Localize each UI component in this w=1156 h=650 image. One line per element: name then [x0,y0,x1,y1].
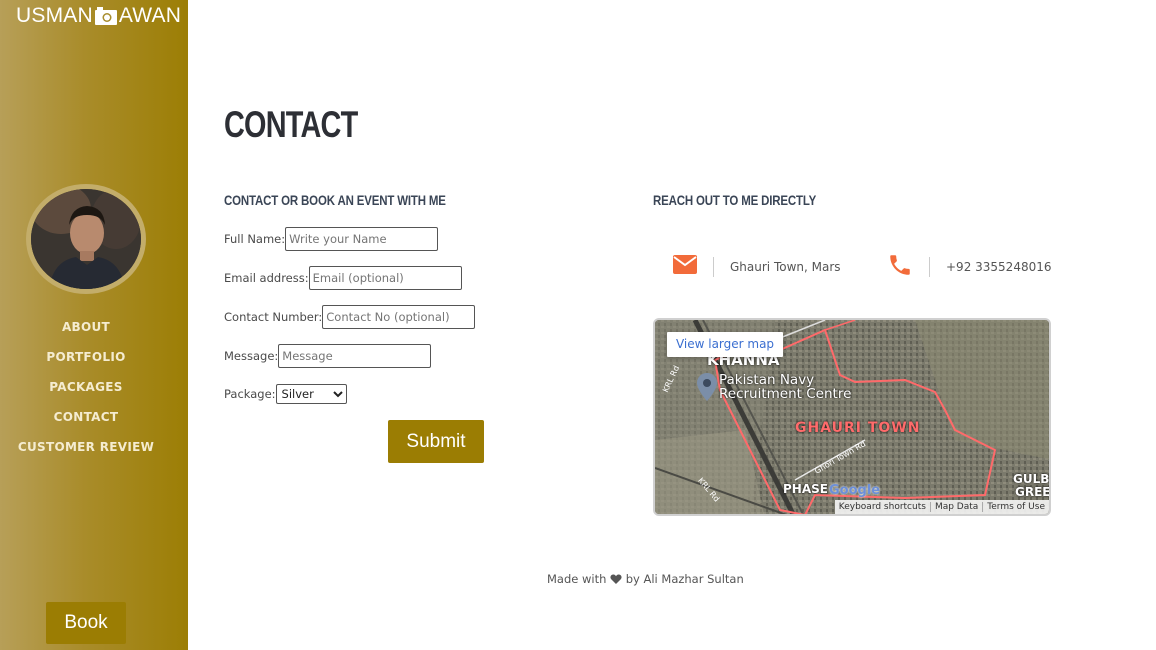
embedded-map[interactable]: KHANNA Pakistan Navy Recruitment Centre … [653,318,1051,516]
contact-form-heading: CONTACT OR BOOK AN EVENT WITH ME [224,192,446,208]
package-row: Package: Silver [224,384,347,404]
map-label-place: Pakistan Navy Recruitment Centre [719,372,852,402]
phone-icon [887,252,913,283]
full-name-input[interactable] [285,227,439,251]
full-name-label: Full Name: [224,232,286,246]
google-logo: Google [829,483,881,498]
keyboard-shortcuts-link[interactable]: Keyboard shortcuts [835,502,930,512]
brand-right: AWAN [118,4,182,27]
divider [929,257,930,277]
nav-item-portfolio[interactable]: PORTFOLIO [0,342,172,372]
page-title: CONTACT [224,104,358,145]
email-label: Email address: [224,271,309,285]
profile-photo [31,189,141,289]
footer-author: by Ali Mazhar Sultan [625,572,744,586]
package-select[interactable]: Silver [275,384,347,404]
map-label-gree: GREE [1015,485,1051,499]
address-item: Ghauri Town, Mars [673,252,841,282]
map-label-phase: PHASE [783,482,828,496]
sidebar: USMAN AWAN ABOUT PORTFOLIO PACKAGES CONT… [0,0,188,650]
nav-item-packages[interactable]: PACKAGES [0,372,172,402]
view-larger-map-link[interactable]: View larger map [667,332,783,357]
contact-number-label: Contact Number: [224,310,323,324]
divider [713,257,714,277]
message-input[interactable] [278,344,432,368]
contact-number-row: Contact Number: [224,305,476,329]
terms-of-use-link[interactable]: Terms of Use [982,502,1049,512]
map-label-area: GHAURI TOWN [795,420,921,436]
nav-item-customer-review[interactable]: CUSTOMER REVIEW [0,432,172,462]
contact-number-input[interactable] [322,305,476,329]
address-text: Ghauri Town, Mars [730,260,841,274]
camera-icon [94,7,118,25]
avatar [26,184,146,294]
reach-out-heading: REACH OUT TO ME DIRECTLY [653,192,817,208]
phone-item: +92 3355248016 [887,252,1052,282]
nav-item-about[interactable]: ABOUT [0,312,172,342]
nav-item-contact[interactable]: CONTACT [0,402,172,432]
package-label: Package: [224,387,276,401]
message-label: Message: [224,349,279,363]
book-button[interactable]: Book [46,602,126,644]
message-row: Message: [224,344,432,368]
phone-text: +92 3355248016 [946,260,1052,274]
main-nav: ABOUT PORTFOLIO PACKAGES CONTACT CUSTOME… [0,312,172,462]
envelope-icon [673,255,697,279]
map-footer: Keyboard shortcuts Map Data Terms of Use [834,500,1049,514]
full-name-row: Full Name: [224,227,439,251]
brand-left: USMAN [16,4,93,27]
footer-made-with: Made with [547,572,607,586]
heart-icon [610,572,626,586]
email-input[interactable] [308,266,462,290]
brand-logo[interactable]: USMAN AWAN [16,4,181,28]
map-label-gulb: GULB [1013,472,1050,486]
submit-button[interactable]: Submit [388,420,484,463]
email-row: Email address: [224,266,462,290]
map-data-link[interactable]: Map Data [929,502,982,512]
footer-credit: Made with by Ali Mazhar Sultan [547,572,744,586]
